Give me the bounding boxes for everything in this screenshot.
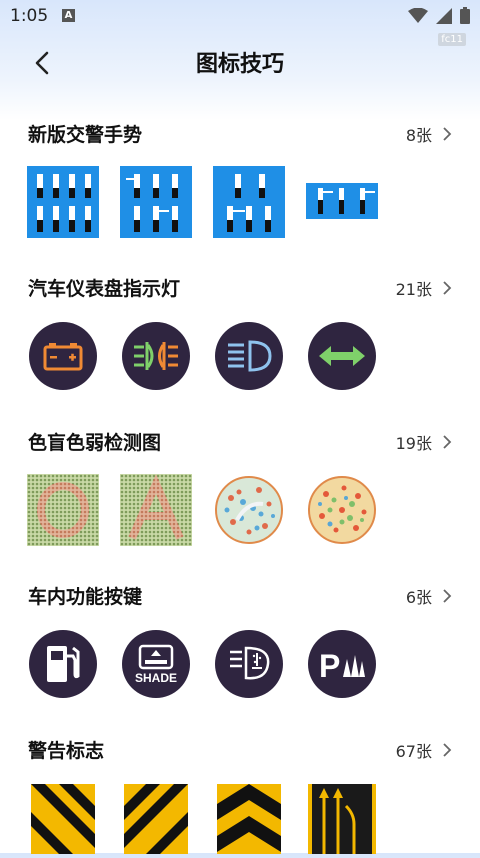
section-count: 6张 bbox=[405, 588, 432, 607]
hazard-stripe-sign-icon[interactable] bbox=[124, 784, 188, 854]
color-blind-test-icon[interactable] bbox=[27, 474, 99, 546]
section-header: 车内功能按键 6张 bbox=[28, 582, 452, 612]
section-count: 8张 bbox=[405, 126, 432, 145]
wiper-icon[interactable] bbox=[213, 628, 285, 700]
turn-signal-icon[interactable] bbox=[306, 320, 378, 392]
top-nav: 图标技巧 bbox=[0, 40, 480, 84]
parking-letter: P bbox=[319, 648, 340, 681]
color-blind-test-icon[interactable] bbox=[306, 474, 378, 546]
section-more-link[interactable]: 8张 bbox=[406, 122, 452, 146]
notification-icon: A bbox=[62, 9, 75, 22]
parking-sensor-icon[interactable]: P bbox=[306, 628, 378, 700]
fuel-icon[interactable] bbox=[27, 628, 99, 700]
section-title: 警告标志 bbox=[28, 740, 105, 762]
section-header: 新版交警手势 8张 bbox=[28, 120, 452, 150]
battery-warning-icon[interactable] bbox=[27, 320, 99, 392]
section-count: 67张 bbox=[395, 742, 432, 761]
status-bar: 1:05 A fc11 bbox=[0, 0, 480, 46]
section-header: 色盲色弱检测图 19张 bbox=[28, 428, 452, 458]
section-header: 警告标志 67张 bbox=[28, 736, 452, 766]
chevron-right-icon bbox=[443, 589, 452, 603]
status-icons bbox=[408, 7, 470, 24]
wifi-icon bbox=[408, 7, 428, 23]
section-title: 新版交警手势 bbox=[28, 124, 143, 146]
traffic-police-gesture-icon[interactable] bbox=[306, 166, 378, 238]
section-more-link[interactable]: 6张 bbox=[406, 584, 452, 608]
chevron-right-icon bbox=[443, 743, 452, 757]
section-title: 车内功能按键 bbox=[28, 586, 143, 608]
chevron-right-icon bbox=[443, 127, 452, 141]
section-title: 汽车仪表盘指示灯 bbox=[28, 278, 181, 300]
section-header: 汽车仪表盘指示灯 21张 bbox=[28, 274, 452, 304]
section-more-link[interactable]: 67张 bbox=[396, 738, 452, 762]
section-count: 19张 bbox=[395, 434, 432, 453]
section-more-link[interactable]: 19张 bbox=[396, 430, 452, 454]
section-title: 色盲色弱检测图 bbox=[28, 432, 162, 454]
traffic-police-gesture-icon[interactable] bbox=[120, 166, 192, 238]
chevron-right-icon bbox=[443, 435, 452, 449]
color-blind-test-icon[interactable] bbox=[120, 474, 192, 546]
color-blind-test-icon[interactable] bbox=[213, 474, 285, 546]
section-count: 21张 bbox=[395, 280, 432, 299]
battery-icon bbox=[460, 7, 470, 24]
hazard-stripe-sign-icon[interactable] bbox=[31, 784, 95, 854]
sunshade-icon[interactable]: SHADE bbox=[120, 628, 192, 700]
lane-merge-sign-icon[interactable] bbox=[308, 784, 376, 854]
chevron-sign-icon[interactable] bbox=[217, 784, 281, 854]
chevron-right-icon bbox=[443, 281, 452, 295]
page-title: 图标技巧 bbox=[195, 52, 284, 77]
high-beam-icon[interactable] bbox=[213, 320, 285, 392]
section-more-link[interactable]: 21张 bbox=[396, 276, 452, 300]
traffic-police-gesture-icon[interactable] bbox=[213, 166, 285, 238]
traffic-police-gesture-icon[interactable] bbox=[27, 166, 99, 238]
shade-label: SHADE bbox=[134, 670, 177, 685]
cellular-signal-icon bbox=[436, 7, 452, 24]
fog-light-icon[interactable] bbox=[120, 320, 192, 392]
status-time: 1:05 bbox=[10, 6, 49, 26]
